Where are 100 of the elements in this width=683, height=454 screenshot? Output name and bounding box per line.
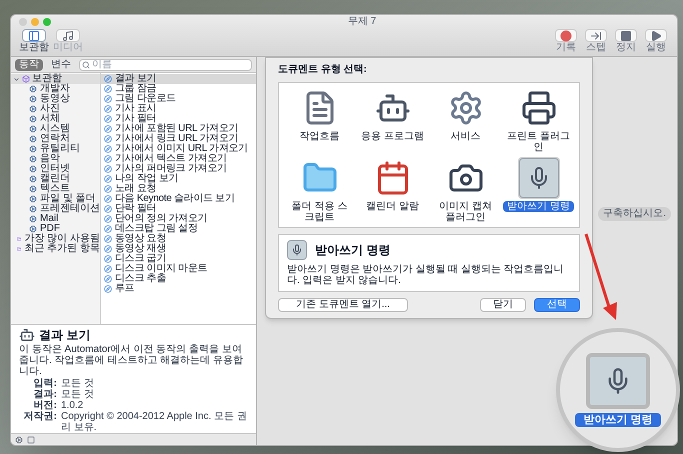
type-label: 이미지 캡쳐 플러그인: [438, 201, 493, 223]
document-type-option[interactable]: 받아쓰기 명령: [502, 157, 575, 223]
toolbar-button[interactable]: 기록: [553, 29, 579, 53]
smart-group-item[interactable]: 최근 추가된 항목: [11, 244, 100, 254]
action-item[interactable]: 동영상 재생: [101, 244, 256, 254]
category-item[interactable]: 개발자: [11, 84, 100, 94]
smart-group-item[interactable]: 가장 많이 사용됨: [11, 234, 100, 244]
category-item[interactable]: 파일 및 폴더: [11, 194, 100, 204]
action-icon: [104, 235, 112, 243]
category-item[interactable]: 동영상: [11, 94, 100, 104]
callout-label: 받아쓰기 명령: [575, 413, 661, 427]
action-item[interactable]: 기사의 퍼머링크 가져오기: [101, 164, 256, 174]
action-icon: [104, 125, 112, 133]
action-item[interactable]: 나의 작업 보기: [101, 174, 256, 184]
category-icon: [29, 225, 37, 233]
segment-tab[interactable]: 동작: [15, 58, 43, 70]
close-button[interactable]: [19, 18, 27, 26]
detail-text: 받아쓰기 명령은 받아쓰기가 실행될 때 실행되는 작업흐름입니다. 입력은 받지 않습니다.: [287, 264, 565, 286]
category-item[interactable]: 서체: [11, 114, 100, 124]
zoom-button[interactable]: [43, 18, 51, 26]
document-type-option[interactable]: 서비스: [429, 87, 502, 153]
description-text: 이 동작은 Automator에서 이전 동작의 출력을 보여줍니다. 작업흐름에 테스트하고 해결하는데 유용합니다.: [19, 344, 244, 377]
toolbar-toggle[interactable]: 보관함: [19, 29, 49, 53]
category-item[interactable]: 사진: [11, 104, 100, 114]
dialog-button[interactable]: 닫기: [480, 298, 526, 312]
category-item[interactable]: PDF: [11, 224, 100, 234]
action-item[interactable]: 기사에 포함된 URL 가져오기: [101, 124, 256, 134]
action-icon: [104, 255, 112, 263]
minimize-button[interactable]: [31, 18, 39, 26]
action-item[interactable]: 동영상 요청: [101, 234, 256, 244]
music-icon: [60, 30, 76, 42]
action-icon: [104, 185, 112, 193]
action-item[interactable]: 기사 필터: [101, 114, 256, 124]
category-icon: [29, 195, 37, 203]
action-item[interactable]: 그림 다운로드: [101, 94, 256, 104]
category-item[interactable]: Mail: [11, 214, 100, 224]
field-value: Copyright © 2004-2012 Apple Inc. 모든 권리 보유.: [61, 411, 248, 433]
category-icon: [29, 95, 37, 103]
action-item[interactable]: 단락 필터: [101, 204, 256, 214]
action-item[interactable]: 디스크 추출: [101, 274, 256, 284]
category-item[interactable]: 음악: [11, 154, 100, 164]
category-icon: [29, 165, 37, 173]
category-item[interactable]: 텍스트: [11, 184, 100, 194]
window-title: 무제 7: [348, 16, 376, 28]
search-field[interactable]: 이름: [79, 58, 252, 70]
stop-icon: [620, 30, 632, 42]
action-item[interactable]: 다음 Keynote 슬라이드 보기: [101, 194, 256, 204]
category-item[interactable]: 유틸리티: [11, 144, 100, 154]
action-icon: [104, 285, 112, 293]
category-item[interactable]: 인터넷: [11, 164, 100, 174]
category-icon: [29, 215, 37, 223]
category-icon: [29, 105, 37, 113]
category-icon: [29, 175, 37, 183]
action-item[interactable]: 단어의 정의 가져오기: [101, 214, 256, 224]
action-item[interactable]: 데스크탑 그림 설정: [101, 224, 256, 234]
field-label: 저작권:: [22, 411, 57, 424]
category-item[interactable]: 캘린더: [11, 174, 100, 184]
category-icon: [29, 85, 37, 93]
segment-tab[interactable]: 변수: [47, 58, 75, 70]
action-icon: [104, 105, 112, 113]
action-icon: [104, 165, 112, 173]
category-icon: [29, 145, 37, 153]
category-icon: [29, 205, 37, 213]
document-type-option[interactable]: 프린트 플러그인: [502, 87, 575, 153]
action-item[interactable]: 기사 표시: [101, 104, 256, 114]
category-icon: [29, 135, 37, 143]
microphone-icon: [287, 240, 307, 260]
field-label: 버전:: [32, 400, 57, 411]
settings-icon[interactable]: [15, 436, 23, 444]
document-type-option[interactable]: 캘린더 알람: [356, 157, 429, 223]
action-item[interactable]: 결과 보기: [101, 74, 256, 84]
toolbar-button[interactable]: 정지: [613, 29, 639, 53]
action-item[interactable]: 그룹 잠금: [101, 84, 256, 94]
sidebar-icon: [26, 30, 42, 42]
action-icon: [104, 155, 112, 163]
action-item[interactable]: 디스크 이미지 마운트: [101, 264, 256, 274]
category-item[interactable]: 시스템: [11, 124, 100, 134]
category-item[interactable]: 연락처: [11, 134, 100, 144]
type-label: 폴더 적용 스크립트: [290, 201, 348, 223]
document-type-option[interactable]: 응용 프로그램: [356, 87, 429, 153]
action-item[interactable]: 기사에서 텍스트 가져오기: [101, 154, 256, 164]
action-icon: [104, 225, 112, 233]
category-item[interactable]: 프레젠테이션: [11, 204, 100, 214]
action-item[interactable]: 기사에서 이미지 URL 가져오기: [101, 144, 256, 154]
action-item[interactable]: 디스크 굽기: [101, 254, 256, 264]
action-icon: [104, 265, 112, 273]
panel-toggle-icon[interactable]: [27, 436, 35, 444]
dialog-button[interactable]: 기존 도큐멘트 열기...: [278, 298, 408, 312]
action-item[interactable]: 루프: [101, 284, 256, 294]
library-row[interactable]: 보관함: [11, 74, 100, 84]
action-item[interactable]: 노래 요청: [101, 184, 256, 194]
action-item[interactable]: 기사에서 링크 URL 가져오기: [101, 134, 256, 144]
microphone-icon: [586, 353, 650, 409]
action-icon: [104, 85, 112, 93]
action-icon: [104, 115, 112, 123]
field-label: 입력:: [32, 378, 57, 389]
document-type-option[interactable]: 작업흐름: [283, 87, 356, 153]
category-icon: [29, 125, 37, 133]
document-type-option[interactable]: 이미지 캡쳐 플러그인: [429, 157, 502, 223]
document-type-option[interactable]: 폴더 적용 스크립트: [283, 157, 356, 223]
